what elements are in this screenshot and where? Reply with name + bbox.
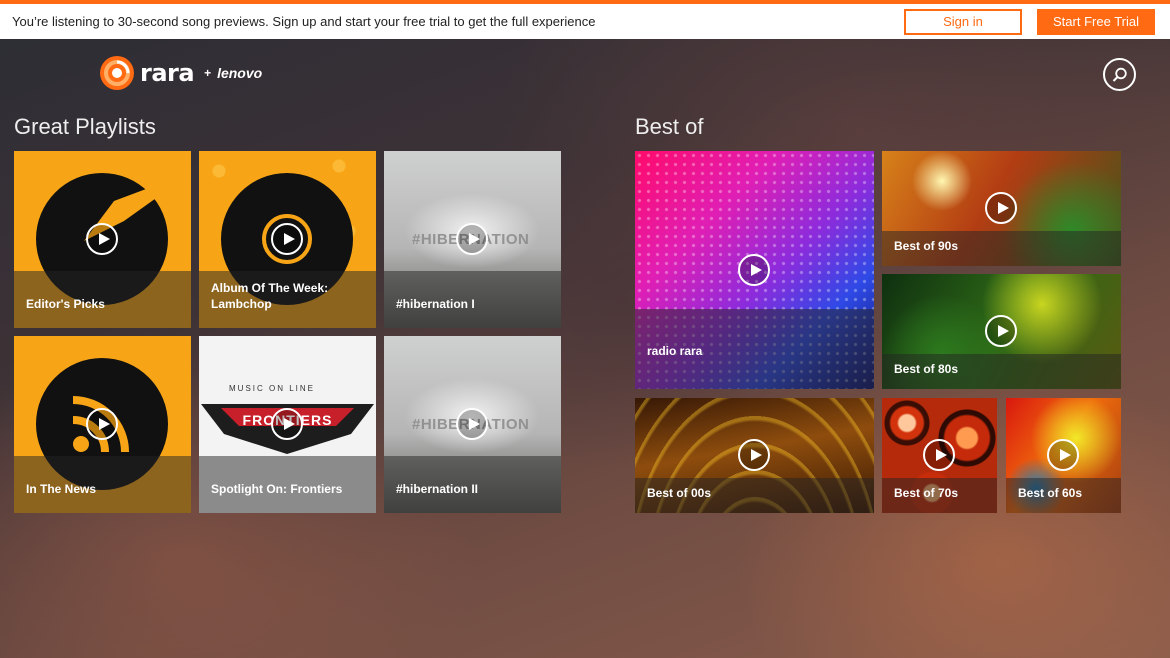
best-of-label: radio rara [647, 344, 703, 358]
best-of-heading: Best of [635, 114, 704, 139]
play-icon[interactable] [985, 315, 1017, 347]
playlist-label: #hibernation II [396, 482, 479, 496]
best-of-label: Best of 90s [894, 239, 959, 253]
best-of-tile-70s[interactable]: Best of 70s [882, 398, 997, 513]
preview-banner: You’re listening to 30-second song previ… [0, 4, 1170, 39]
play-icon[interactable] [1047, 439, 1079, 471]
play-icon[interactable] [86, 223, 118, 255]
search-button[interactable] [1103, 58, 1136, 91]
play-icon[interactable] [271, 223, 303, 255]
playlist-tile-hibernation-1[interactable]: #HIBERNATION #hibernation I [384, 151, 561, 328]
play-icon[interactable] [738, 439, 770, 471]
playlist-tile-hibernation-2[interactable]: #HIBERNATION #hibernation II [384, 336, 561, 513]
play-icon[interactable] [738, 254, 770, 286]
sign-in-button[interactable]: Sign in [904, 9, 1022, 35]
playlist-label: #hibernation I [396, 297, 475, 311]
playlist-label: Album Of The Week: Lambchop [211, 281, 329, 311]
playlist-tile-album-of-the-week[interactable]: Album Of The Week: Lambchop [199, 151, 376, 328]
search-icon [1112, 67, 1127, 82]
playlist-tile-spotlight-frontiers[interactable]: MUSIC ON LINE FRONTIERS Spotlight On: Fr… [199, 336, 376, 513]
best-of-label: Best of 00s [647, 486, 712, 500]
playlist-label: In The News [26, 482, 97, 496]
start-free-trial-button[interactable]: Start Free Trial [1037, 9, 1155, 35]
play-icon[interactable] [923, 439, 955, 471]
rara-logo-icon [100, 56, 134, 90]
play-icon[interactable] [271, 408, 303, 440]
best-of-tile-radio-rara[interactable]: radio rara [635, 151, 874, 389]
great-playlists-heading: Great Playlists [14, 114, 156, 139]
music-on-line-text: MUSIC ON LINE [229, 384, 316, 393]
best-of-label: Best of 60s [1018, 486, 1083, 500]
best-of-tile-80s[interactable]: Best of 80s [882, 274, 1121, 389]
best-of-tile-60s[interactable]: Best of 60s [1006, 398, 1121, 513]
best-of-label: Best of 70s [894, 486, 959, 500]
brand-name: rara [140, 59, 195, 87]
playlist-label: Spotlight On: Frontiers [211, 482, 343, 496]
best-of-label: Best of 80s [894, 362, 959, 376]
play-icon[interactable] [456, 223, 488, 255]
best-of-tile-00s[interactable]: Best of 00s [635, 398, 874, 513]
play-icon[interactable] [86, 408, 118, 440]
brand-plus: + [204, 66, 212, 80]
play-icon[interactable] [985, 192, 1017, 224]
playlist-label: Editor's Picks [26, 297, 105, 311]
playlist-tile-editors-picks[interactable]: Editor's Picks [14, 151, 191, 328]
banner-message: You’re listening to 30-second song previ… [12, 14, 596, 29]
partner-name: lenovo [217, 65, 263, 81]
playlist-tile-in-the-news[interactable]: In The News [14, 336, 191, 513]
app-logo: rara + lenovo [99, 54, 262, 92]
best-of-tile-90s[interactable]: Best of 90s [882, 151, 1121, 266]
play-icon[interactable] [456, 408, 488, 440]
